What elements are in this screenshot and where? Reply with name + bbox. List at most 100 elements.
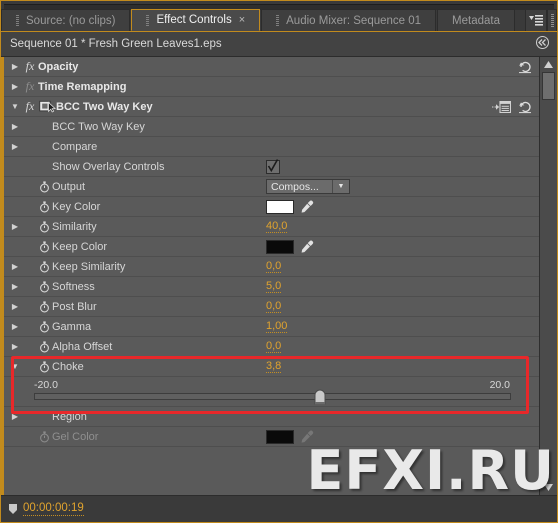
stopwatch-icon (39, 430, 49, 442)
toggle-animation-stopwatch[interactable] (36, 430, 52, 443)
slider-track[interactable] (34, 393, 511, 400)
panel-drag-grip[interactable] (547, 9, 557, 31)
twirl-right-icon[interactable]: ▶ (8, 302, 22, 311)
reset-button[interactable] (518, 60, 533, 74)
toggle-animation-stopwatch[interactable] (36, 240, 52, 253)
property-label: Region (52, 410, 87, 423)
tab-label: Audio Mixer: Sequence 01 (286, 14, 422, 27)
effect-badge-icon (38, 100, 56, 113)
panel-tab-bar: Source: (no clips) Effect Controls × Aud… (1, 1, 557, 32)
scroll-down-button[interactable] (540, 480, 557, 495)
scrollbar-thumb[interactable] (542, 72, 555, 100)
tab-label: Metadata (452, 14, 500, 27)
tab-grip-icon (276, 15, 280, 26)
property-row-post-blur[interactable]: ▶▶Post Blur0,0 (4, 297, 539, 317)
property-value[interactable]: 3,8 (266, 360, 282, 373)
twirl-right-icon[interactable]: ▶ (8, 122, 22, 131)
property-value[interactable]: 0,0 (266, 300, 282, 313)
color-swatch[interactable] (266, 239, 294, 254)
slider-thumb[interactable] (314, 389, 326, 405)
twirl-right-icon[interactable]: ▶ (8, 82, 22, 91)
tab-metadata[interactable]: Metadata (437, 9, 515, 31)
choke-slider-row[interactable]: -20.0 20.0 (4, 377, 539, 407)
property-row-region[interactable]: ▶▶Region (4, 407, 539, 427)
property-row-gel-color[interactable]: ▶▶Gel Color (4, 427, 539, 447)
twirl-spacer: ▶ (8, 432, 22, 441)
property-row-bcc-two-way-key-group[interactable]: ▶▶BCC Two Way Key (4, 117, 539, 137)
property-value[interactable]: 1,00 (266, 320, 288, 333)
effect-setup-icon (492, 100, 511, 113)
twirl-right-icon[interactable]: ▶ (8, 412, 22, 421)
property-value[interactable]: 40,0 (266, 220, 288, 233)
close-icon[interactable]: × (239, 14, 245, 26)
scrollbar-track[interactable] (540, 72, 557, 480)
property-row-show-overlay-controls[interactable]: ▶▶Show Overlay Controls (4, 157, 539, 177)
property-row-choke[interactable]: ▼▶Choke3,8 (4, 357, 539, 377)
toggle-animation-stopwatch[interactable] (36, 300, 52, 313)
toggle-animation-stopwatch[interactable] (36, 180, 52, 193)
twirl-right-icon[interactable]: ▶ (8, 62, 22, 71)
vertical-scrollbar[interactable] (539, 57, 557, 495)
property-row-time-remapping[interactable]: ▶ fx Time Remapping (4, 77, 539, 97)
twirl-right-icon[interactable]: ▶ (8, 282, 22, 291)
twirl-spacer: ▶ (8, 242, 22, 251)
toggle-animation-stopwatch[interactable] (36, 200, 52, 213)
property-row-output[interactable]: ▶▶OutputCompos...▼ (4, 177, 539, 197)
toggle-animation-stopwatch[interactable] (36, 360, 52, 373)
stopwatch-icon (39, 260, 49, 272)
tab-effect-controls[interactable]: Effect Controls × (131, 9, 261, 31)
row-tools (492, 97, 533, 116)
scroll-up-button[interactable] (540, 57, 557, 72)
stopwatch-icon (39, 300, 49, 312)
property-value[interactable]: 5,0 (266, 280, 282, 293)
twirl-right-icon[interactable]: ▶ (8, 262, 22, 271)
property-row-alpha-offset[interactable]: ▶▶Alpha Offset0,0 (4, 337, 539, 357)
scroll-down-icon (544, 484, 553, 491)
twirl-right-icon[interactable]: ▶ (8, 142, 22, 151)
tab-audio-mixer[interactable]: Audio Mixer: Sequence 01 (261, 9, 437, 31)
toggle-animation-stopwatch[interactable] (36, 280, 52, 293)
twirl-right-icon[interactable]: ▶ (8, 222, 22, 231)
twirl-down-icon[interactable]: ▼ (8, 102, 22, 111)
collapse-icon[interactable] (536, 36, 549, 52)
value-column: 5,0 (266, 277, 282, 296)
fx-icon: fx (25, 99, 35, 113)
double-chevron-left-icon (536, 36, 549, 49)
property-label: Opacity (38, 60, 79, 73)
value-column: 0,0 (266, 297, 282, 316)
toggle-animation-stopwatch[interactable] (36, 260, 52, 273)
toggle-animation-stopwatch[interactable] (36, 320, 52, 333)
property-row-compare[interactable]: ▶▶Compare (4, 137, 539, 157)
property-row-bcc-two-way-key[interactable]: ▼ fx BCC Two Way Key (4, 97, 539, 117)
effect-controls-window: Source: (no clips) Effect Controls × Aud… (0, 0, 558, 523)
property-label: Gamma (52, 320, 92, 333)
color-swatch[interactable] (266, 199, 294, 214)
toggle-animation-stopwatch[interactable] (36, 220, 52, 233)
color-swatch[interactable] (266, 429, 294, 444)
checkbox[interactable] (266, 158, 280, 174)
property-row-keep-similarity[interactable]: ▶▶Keep Similarity0,0 (4, 257, 539, 277)
property-row-keep-color[interactable]: ▶▶Keep Color (4, 237, 539, 257)
stopwatch-icon (39, 340, 49, 352)
reset-button[interactable] (518, 100, 533, 114)
twirl-right-icon[interactable]: ▶ (8, 322, 22, 331)
property-row-gamma[interactable]: ▶▶Gamma1,00 (4, 317, 539, 337)
property-row-key-color[interactable]: ▶▶Key Color (4, 197, 539, 217)
property-value[interactable]: 0,0 (266, 340, 282, 353)
property-value[interactable]: 0,0 (266, 260, 282, 273)
property-label: Post Blur (52, 300, 97, 313)
toggle-animation-stopwatch[interactable] (36, 340, 52, 353)
property-row-opacity[interactable]: ▶ fx Opacity (4, 57, 539, 77)
property-row-similarity[interactable]: ▶▶Similarity40,0 (4, 217, 539, 237)
checkmark-icon (267, 158, 279, 172)
property-label: Time Remapping (38, 80, 127, 93)
stopwatch-icon (39, 200, 49, 212)
property-row-softness[interactable]: ▶▶Softness5,0 (4, 277, 539, 297)
twirl-down-icon[interactable]: ▼ (8, 362, 22, 371)
tab-source[interactable]: Source: (no clips) (1, 9, 131, 31)
timecode-field[interactable]: 00:00:00:19 (23, 502, 84, 516)
twirl-right-icon[interactable]: ▶ (8, 342, 22, 351)
output-dropdown[interactable]: Compos... ▼ (266, 179, 350, 194)
tab-label: Effect Controls (156, 14, 232, 26)
panel-menu-button[interactable] (525, 9, 547, 31)
